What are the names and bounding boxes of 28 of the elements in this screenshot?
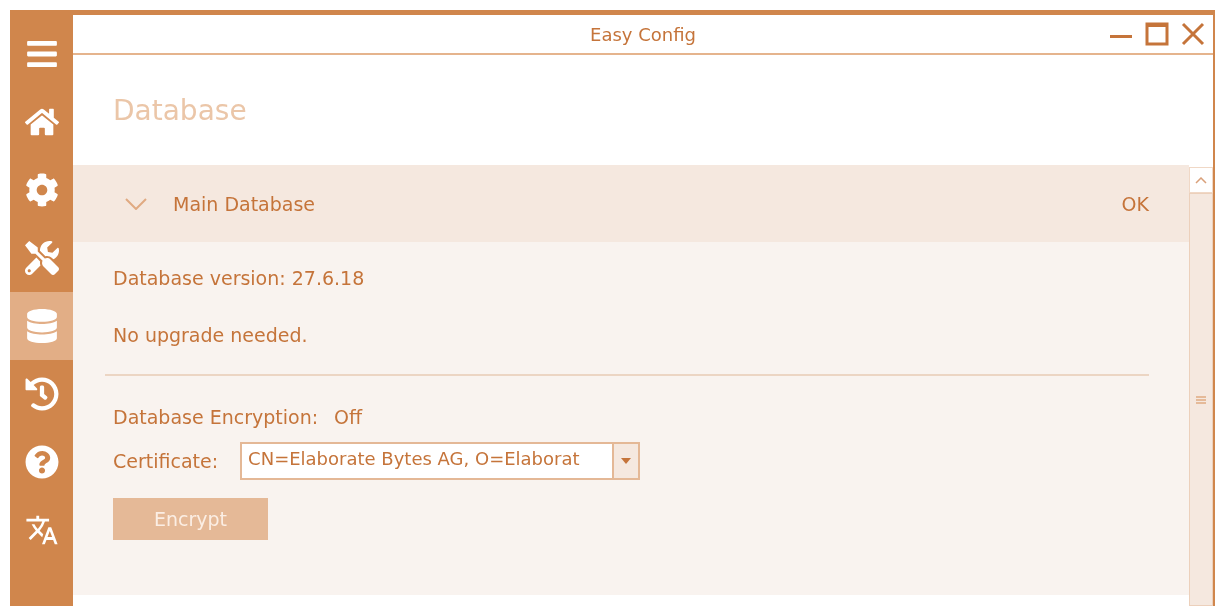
maximize-button[interactable] (1143, 20, 1171, 48)
encryption-label: Database Encryption: (113, 406, 319, 428)
section-header[interactable]: Main Database OK (73, 165, 1189, 242)
gear-icon (24, 173, 59, 207)
upgrade-text: No upgrade needed. (113, 324, 308, 346)
caret-icon (621, 458, 632, 464)
close-icon (1181, 22, 1205, 46)
tools-icon (24, 241, 59, 275)
window-title: Easy Config (590, 23, 696, 45)
maximize-icon (1145, 22, 1169, 46)
certificate-label: Certificate: (113, 450, 219, 472)
history-icon (24, 377, 59, 411)
minimize-icon (1109, 34, 1133, 38)
scroll-up-button[interactable] (1189, 167, 1213, 193)
page-title: Database (113, 93, 247, 127)
version-text: Database version: 27.6.18 (113, 267, 365, 289)
translate-icon (24, 513, 59, 547)
scrollbar[interactable] (1189, 167, 1213, 606)
encryption-value: Off (334, 406, 363, 428)
grip-icon (1196, 394, 1206, 405)
chevron-up-icon (1195, 176, 1207, 184)
sidebar-button[interactable] (10, 292, 73, 360)
help-icon (24, 445, 59, 479)
close-button[interactable] (1179, 20, 1207, 48)
certificate-dropdown[interactable]: CN=Elaborate Bytes AG, O=Elaborat (240, 442, 641, 480)
section-title: Main Database (173, 192, 317, 215)
database-icon (24, 309, 59, 343)
status-text: OK (1121, 192, 1149, 215)
